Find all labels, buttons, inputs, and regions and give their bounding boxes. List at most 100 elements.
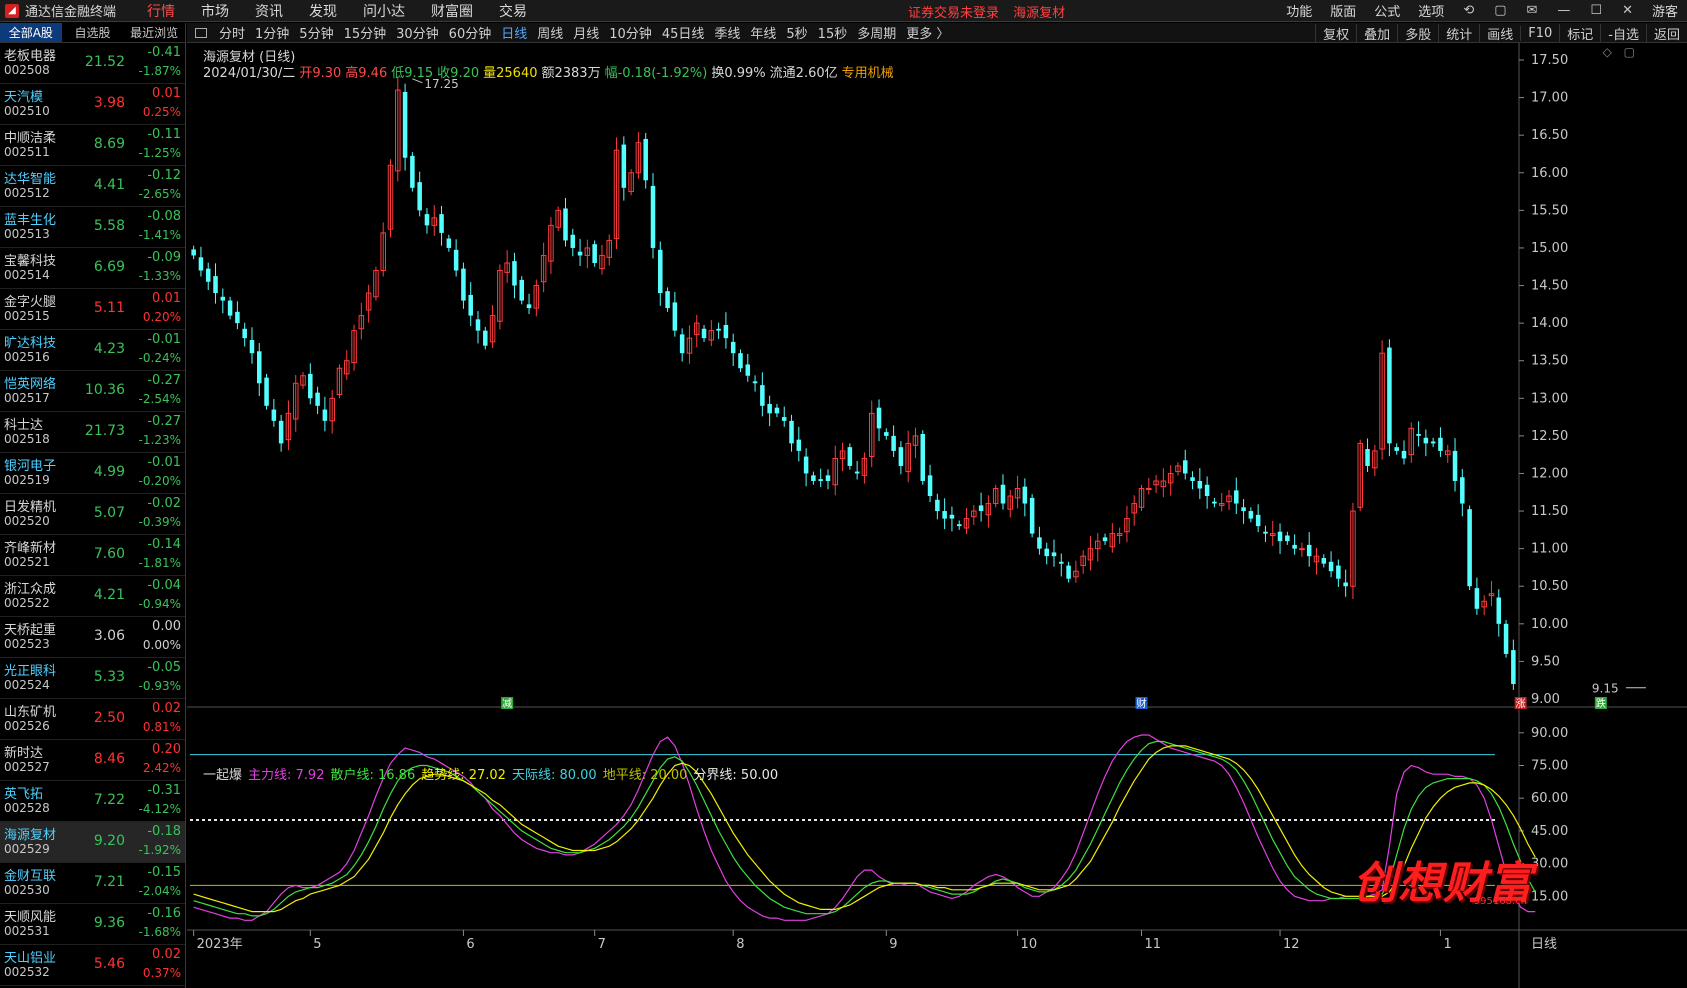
chart-tool-button[interactable]: 画线 bbox=[1479, 23, 1520, 43]
period-option[interactable]: 45日线 bbox=[657, 23, 710, 42]
stock-row[interactable]: 中顺洁柔 002511 8.69 -0.11 -1.25% bbox=[0, 125, 185, 166]
menu-function[interactable]: 功能 bbox=[1277, 1, 1321, 20]
menu-item[interactable]: 发现 bbox=[296, 1, 350, 21]
stock-row[interactable]: 老板电器 002508 21.52 -0.41 -1.87% bbox=[0, 43, 185, 84]
candle-body bbox=[665, 291, 670, 309]
candle-body bbox=[884, 432, 889, 436]
chart-tool-button[interactable]: 叠加 bbox=[1356, 23, 1397, 43]
period-option[interactable]: 分时 bbox=[214, 23, 250, 42]
stock-row[interactable]: 英飞拓 002528 7.22 -0.31 -4.12% bbox=[0, 781, 185, 822]
menu-item[interactable]: 问小达 bbox=[350, 1, 418, 21]
expand-icon[interactable]: ◇ bbox=[1603, 45, 1612, 59]
period-option[interactable]: 日线 bbox=[496, 23, 532, 42]
period-option[interactable]: 周线 bbox=[532, 23, 568, 42]
stock-row[interactable]: 金字火腿 002515 5.11 0.01 0.20% bbox=[0, 289, 185, 330]
candle-body bbox=[891, 435, 896, 451]
period-option[interactable]: 多周期 bbox=[852, 23, 901, 42]
price-tick-label: 10.50 bbox=[1531, 579, 1568, 594]
period-option[interactable]: 15秒 bbox=[813, 23, 853, 42]
stock-row[interactable]: 天顺风能 002531 9.36 -0.16 -1.68% bbox=[0, 904, 185, 945]
period-option[interactable]: 10分钟 bbox=[604, 23, 657, 42]
chart-tool-button[interactable]: 多股 bbox=[1397, 23, 1438, 43]
stock-row[interactable]: 蓝丰生化 002513 5.58 -0.08 -1.41% bbox=[0, 207, 185, 248]
stock-price: 3.06 bbox=[93, 628, 125, 644]
candle-body bbox=[956, 524, 962, 527]
period-option[interactable]: 季线 bbox=[709, 23, 745, 42]
mail-icon[interactable]: ✉ bbox=[1517, 3, 1548, 18]
chart-tool-button[interactable]: 标记 bbox=[1559, 23, 1600, 43]
low-label: 9.15 bbox=[1592, 682, 1619, 696]
menu-options[interactable]: 选项 bbox=[1409, 1, 1453, 20]
chart-tool-button[interactable]: -自选 bbox=[1600, 23, 1646, 43]
sidebar-toggle-icon[interactable] bbox=[195, 27, 207, 38]
tab-watchlist[interactable]: 自选股 bbox=[62, 23, 124, 42]
stock-row[interactable]: 日发精机 002520 5.07 -0.02 -0.39% bbox=[0, 494, 185, 535]
menu-formula[interactable]: 公式 bbox=[1365, 1, 1409, 20]
chart-tool-button[interactable]: 统计 bbox=[1438, 23, 1479, 43]
chart-tool-button[interactable]: F10 bbox=[1520, 25, 1559, 41]
stock-row[interactable]: 天桥起重 002523 3.06 0.00 0.00% bbox=[0, 617, 185, 658]
menu-item[interactable]: 财富圈 bbox=[418, 1, 486, 21]
login-status[interactable]: 证券交易未登录 bbox=[908, 6, 999, 21]
tab-all-a-shares[interactable]: 全部A股 bbox=[0, 23, 62, 42]
menu-layout[interactable]: 版面 bbox=[1321, 1, 1365, 20]
stock-change-pct: -1.92% bbox=[138, 843, 181, 857]
stock-row[interactable]: 宝馨科技 002514 6.69 -0.09 -1.33% bbox=[0, 248, 185, 289]
stock-row[interactable]: 恺英网络 002517 10.36 -0.27 -2.54% bbox=[0, 371, 185, 412]
x-tick-label: 11 bbox=[1145, 937, 1162, 952]
stock-row[interactable]: 海源复材 002529 9.20 -0.18 -1.92% bbox=[0, 822, 185, 863]
menu-item[interactable]: 交易 bbox=[486, 1, 540, 21]
period-option[interactable]: 更多 〉 bbox=[901, 23, 954, 42]
skin-icon[interactable]: ▢ bbox=[1484, 3, 1516, 18]
candle-body bbox=[1022, 486, 1028, 504]
period-option[interactable]: 月线 bbox=[568, 23, 604, 42]
close-icon[interactable]: ✕ bbox=[1612, 3, 1643, 18]
right-menu: 功能 版面 公式 选项 ⟲ ▢ ✉ — ☐ ✕ 游客 bbox=[1277, 0, 1687, 21]
period-option[interactable]: 60分钟 bbox=[444, 23, 497, 42]
user-label[interactable]: 游客 bbox=[1643, 1, 1687, 20]
maximize-icon[interactable]: ☐ bbox=[1580, 3, 1612, 18]
stock-row[interactable]: 光正眼科 002524 5.33 -0.05 -0.93% bbox=[0, 658, 185, 699]
period-option[interactable]: 5分钟 bbox=[294, 23, 338, 42]
stock-row[interactable]: 达华智能 002512 4.41 -0.12 -2.65% bbox=[0, 166, 185, 207]
stock-row[interactable]: 浙江众成 002522 4.21 -0.04 -0.94% bbox=[0, 576, 185, 617]
minimize-icon[interactable]: — bbox=[1547, 3, 1580, 18]
stock-change: -0.12 bbox=[147, 168, 181, 183]
stock-change-pct: 0.20% bbox=[142, 310, 181, 324]
candle-body bbox=[475, 319, 481, 331]
stock-row[interactable]: 旷达科技 002516 4.23 -0.01 -0.24% bbox=[0, 330, 185, 371]
stock-code: 002517 bbox=[4, 391, 50, 405]
stock-row[interactable]: 天汽模 002510 3.98 0.01 0.25% bbox=[0, 84, 185, 125]
menu-item[interactable]: 市场 bbox=[188, 1, 242, 21]
kline-chart[interactable]: 17.50 17.00 16.50 16.00 15.50 15.00 14.50 14.00… bbox=[187, 43, 1687, 988]
refresh-icon[interactable]: ⟲ bbox=[1453, 3, 1484, 18]
panel-options-icon[interactable]: ▢ bbox=[1624, 45, 1635, 59]
stock-price: 4.23 bbox=[93, 341, 125, 357]
period-option[interactable]: 1分钟 bbox=[250, 23, 294, 42]
stock-row[interactable]: 天山铝业 002532 5.46 0.02 0.37% bbox=[0, 945, 185, 986]
candle-body bbox=[563, 208, 568, 241]
stock-row[interactable]: 山东矿机 002526 2.50 0.02 0.81% bbox=[0, 699, 185, 740]
indicator-name[interactable]: 一起爆 bbox=[203, 768, 242, 783]
period-option[interactable]: 30分钟 bbox=[391, 23, 444, 42]
tab-recent[interactable]: 最近浏览 bbox=[123, 23, 185, 42]
period-option[interactable]: 15分钟 bbox=[339, 23, 392, 42]
stock-row[interactable]: 金财互联 002530 7.21 -0.15 -2.04% bbox=[0, 863, 185, 904]
candle-body bbox=[220, 296, 226, 301]
period-option[interactable]: 5秒 bbox=[781, 23, 812, 42]
stock-row[interactable]: 齐峰新材 002521 7.60 -0.14 -1.81% bbox=[0, 535, 185, 576]
menu-item[interactable]: 行情 bbox=[134, 1, 188, 21]
chart-tool-button[interactable]: 复权 bbox=[1315, 23, 1356, 43]
price-tick-label: 12.00 bbox=[1531, 466, 1568, 481]
stock-change-pct: 0.00% bbox=[142, 638, 181, 652]
stock-row[interactable]: 新时达 002527 8.46 0.20 2.42% bbox=[0, 740, 185, 781]
stock-name: 金财互联 bbox=[4, 869, 57, 884]
chart-tool-button[interactable]: 返回 bbox=[1645, 23, 1687, 43]
stock-change: -0.01 bbox=[147, 332, 181, 347]
candle-body bbox=[235, 311, 240, 324]
stock-row[interactable]: 科士达 002518 21.73 -0.27 -1.23% bbox=[0, 412, 185, 453]
stock-row[interactable]: 银河电子 002519 4.99 -0.01 -0.20% bbox=[0, 453, 185, 494]
price-tick-label: 12.50 bbox=[1531, 429, 1568, 444]
period-option[interactable]: 年线 bbox=[745, 23, 781, 42]
menu-item[interactable]: 资讯 bbox=[242, 1, 296, 21]
